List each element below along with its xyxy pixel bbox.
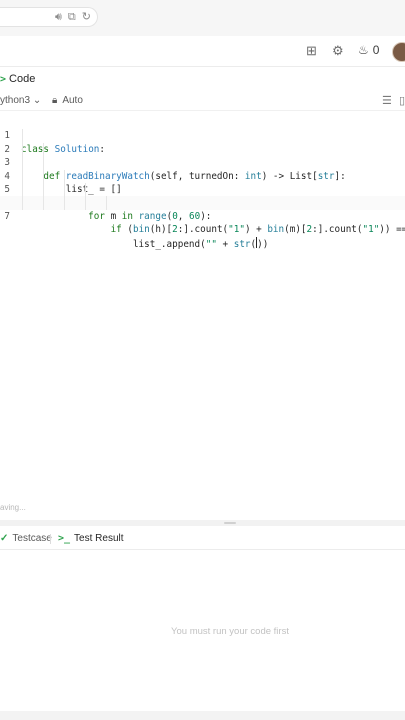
code-line-active: 7 list_.append("" + str()) [0,196,405,250]
panel-icon[interactable]: ▯ [399,94,405,107]
tab-testcase-label: Testcase [12,533,52,544]
language-label: ython3 [0,95,31,106]
bottom-bar [0,711,405,720]
streak-count: 0 [372,43,380,57]
reload-icon[interactable]: ↻ [82,11,91,23]
drag-handle[interactable] [224,522,236,524]
code-line: 3 list_ = [] [0,142,405,195]
editor-toolbar: ython3 ⌄ 🔒︎ Auto ☰ ▯ [0,92,405,111]
saving-status: aving... [0,503,26,512]
code-line: 4 for h in range(0, 12): [0,156,405,208]
tab-code[interactable]: > Code [0,70,35,88]
tab-test-result[interactable]: >_ Test Result [58,533,124,544]
chevron-down-icon: ⌄ [32,95,42,106]
tab-test-result-label: Test Result [74,533,124,544]
language-select[interactable]: ython3 ⌄ [0,95,41,106]
lock-icon: 🔒︎ [52,95,58,106]
auto-label: Auto [62,95,83,106]
text-cursor [256,236,258,248]
code-line: 1 class Solution: [0,116,405,154]
top-nav: ⊞ ⚙ ♨ 0 [0,36,405,67]
fire-icon: ♨ [358,43,369,57]
avatar[interactable] [392,42,405,62]
tab-divider [50,534,51,544]
code-editor[interactable]: 1 class Solution: 2 def readBinaryWatch(… [0,116,405,506]
format-icon[interactable]: ☰ [382,94,392,107]
streak-counter[interactable]: ♨ 0 [358,43,379,57]
code-tab-label: Code [9,73,36,85]
address-bar[interactable]: 🔊︎ ⧉ ↻ [0,7,98,27]
speaker-icon[interactable]: 🔊︎ [55,11,62,23]
code-line: 5 for m in range(0, 60): [0,169,405,222]
panel-splitter[interactable] [0,520,405,526]
auto-mode[interactable]: 🔒︎ Auto [52,95,83,106]
layout-grid-icon[interactable]: ⊞ [306,44,317,58]
tab-testcase[interactable]: ✓ Testcase [0,533,52,544]
code-line: 2 def readBinaryWatch(self, turnedOn: in… [0,129,405,182]
bottom-panel-tabs: ✓ Testcase >_ Test Result [0,529,405,550]
translate-icon[interactable]: ⧉ [68,11,76,23]
code-line: 6 if (bin(h)[2:].count("1") + bin(m)[2:]… [0,183,405,235]
browser-toolbar: 🔊︎ ⧉ ↻ [0,0,405,36]
terminal-icon: >_ [58,533,71,544]
code-icon: > [0,73,7,85]
empty-result-message: You must run your code first [171,626,289,637]
gear-icon[interactable]: ⚙ [332,44,344,58]
line-number: 7 [4,210,10,222]
check-icon: ✓ [0,533,9,544]
